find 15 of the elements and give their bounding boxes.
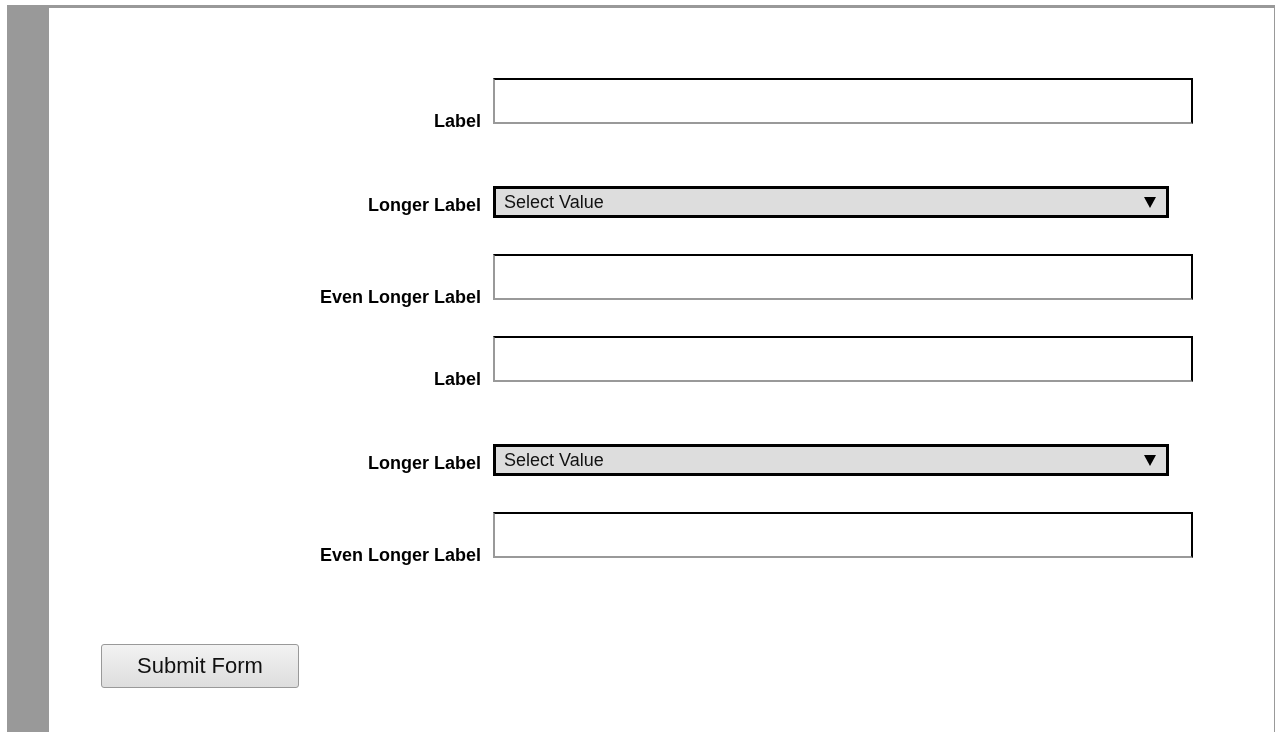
text-input[interactable] — [493, 336, 1193, 382]
text-input[interactable] — [493, 512, 1193, 558]
text-input[interactable] — [493, 78, 1193, 124]
field-label: Longer Label — [367, 195, 482, 216]
select-dropdown[interactable]: Select Value — [493, 186, 1169, 218]
field-label: Label — [433, 111, 482, 132]
caret-icon — [1144, 454, 1156, 466]
submit-button[interactable]: Submit Form — [101, 644, 299, 688]
select-dropdown[interactable]: Select Value — [493, 444, 1169, 476]
field-label: Longer Label — [367, 453, 482, 474]
caret-icon — [1144, 196, 1156, 208]
text-input[interactable] — [493, 254, 1193, 300]
field-label: Even Longer Label — [318, 545, 482, 566]
field-label: Even Longer Label — [318, 287, 482, 308]
field-label: Label — [433, 369, 482, 390]
